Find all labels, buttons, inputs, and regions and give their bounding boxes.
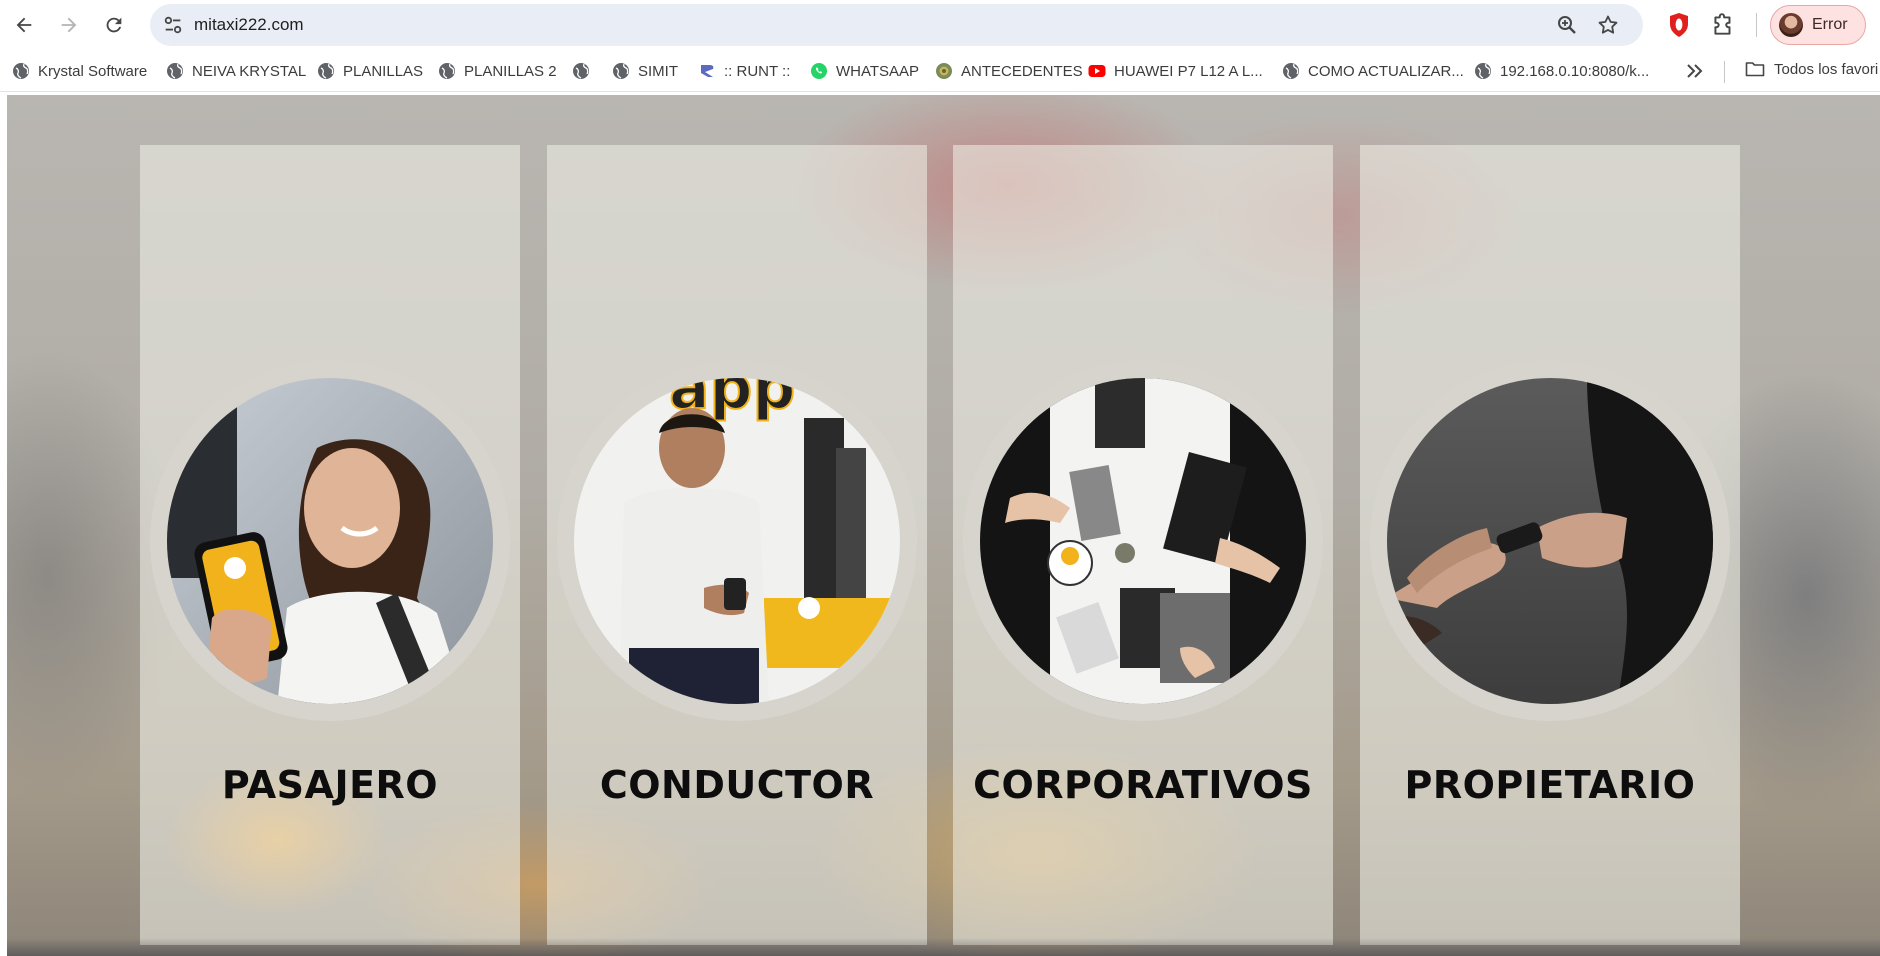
globe-icon <box>439 63 455 79</box>
card-conductor[interactable]: app CONDUCTOR <box>547 145 927 945</box>
star-icon[interactable] <box>1596 13 1620 37</box>
runt-icon <box>701 65 714 77</box>
card-corporativos[interactable]: CORPORATIVOS <box>953 145 1333 945</box>
reload-button[interactable] <box>96 7 132 43</box>
card-title[interactable]: CONDUCTOR <box>547 763 927 807</box>
arrow-left-icon <box>16 17 32 33</box>
bookmark-huawei[interactable]: HUAWEI P7 L12 A L... <box>1088 60 1263 82</box>
card-title[interactable]: PROPIETARIO <box>1360 763 1740 807</box>
bookmark-planillas-2[interactable]: PLANILLAS 2 <box>438 60 557 82</box>
photo-ring: app <box>557 361 917 721</box>
url-text[interactable]: mitaxi222.com <box>194 15 304 35</box>
photo-ring <box>963 361 1323 721</box>
bookmark-unnamed[interactable] <box>572 60 598 82</box>
profile-label: Error <box>1812 16 1848 33</box>
bookmark-simit[interactable]: SIMIT <box>612 60 678 82</box>
bookmark-local-server[interactable]: 192.168.0.10:8080/k... <box>1474 60 1649 82</box>
chevron-double-right-icon[interactable] <box>1683 61 1707 81</box>
profile-button[interactable]: Error <box>1770 5 1866 45</box>
arrow-right-icon <box>61 17 77 33</box>
bookmarks-divider <box>1724 61 1725 83</box>
globe-icon <box>318 63 334 79</box>
reload-icon <box>106 17 122 33</box>
globe-icon <box>1283 63 1299 79</box>
globe-icon <box>1475 63 1491 79</box>
bookmark-planillas[interactable]: PLANILLAS <box>317 60 423 82</box>
bookmark-whatsaap[interactable]: WHATSAAP <box>810 60 919 82</box>
bookmark-krystal-software[interactable]: Krystal Software <box>12 60 147 82</box>
globe-icon <box>613 63 629 79</box>
card-title[interactable]: CORPORATIVOS <box>953 763 1333 807</box>
seal-icon <box>936 63 952 79</box>
opera-icon[interactable] <box>1666 11 1692 39</box>
all-bookmarks-folder[interactable]: Todos los favori <box>1744 60 1878 78</box>
folder-icon <box>1745 62 1765 77</box>
tune-icon[interactable] <box>162 14 184 36</box>
globe-icon <box>13 63 29 79</box>
back-button[interactable] <box>6 7 42 43</box>
avatar <box>1779 13 1803 37</box>
puzzle-icon[interactable] <box>1710 12 1736 38</box>
page-viewport: PASAJERO app CONDUCTOR CORPORATIVOS PROP… <box>7 95 1880 956</box>
globe-icon <box>167 63 183 79</box>
photo-ring <box>1370 361 1730 721</box>
address-bar[interactable]: mitaxi222.com <box>150 4 1643 46</box>
toolbar-divider <box>1756 13 1757 37</box>
driver-photo: app <box>574 378 900 704</box>
bookmark-neiva-krystal[interactable]: NEIVA KRYSTAL <box>166 60 306 82</box>
card-propietario[interactable]: PROPIETARIO <box>1360 145 1740 945</box>
youtube-icon <box>1088 65 1106 77</box>
passenger-photo <box>167 378 493 704</box>
photo-ring <box>150 361 510 721</box>
bookmarks-bar: Krystal Software NEIVA KRYSTAL PLANILLAS… <box>0 50 1880 92</box>
forward-button[interactable] <box>51 7 87 43</box>
zoom-icon[interactable] <box>1555 13 1579 37</box>
card-title[interactable]: PASAJERO <box>140 763 520 807</box>
bookmark-antecedentes[interactable]: ANTECEDENTES <box>935 60 1083 82</box>
owner-photo <box>1387 378 1713 704</box>
card-pasajero[interactable]: PASAJERO <box>140 145 520 945</box>
corporate-photo <box>980 378 1306 704</box>
browser-toolbar: mitaxi222.com Error <box>0 0 1880 50</box>
bookmark-como-actualizar[interactable]: COMO ACTUALIZAR... <box>1282 60 1464 82</box>
globe-icon <box>573 63 589 79</box>
whatsapp-icon <box>811 63 827 79</box>
bookmark-runt[interactable]: :: RUNT :: <box>698 60 790 82</box>
